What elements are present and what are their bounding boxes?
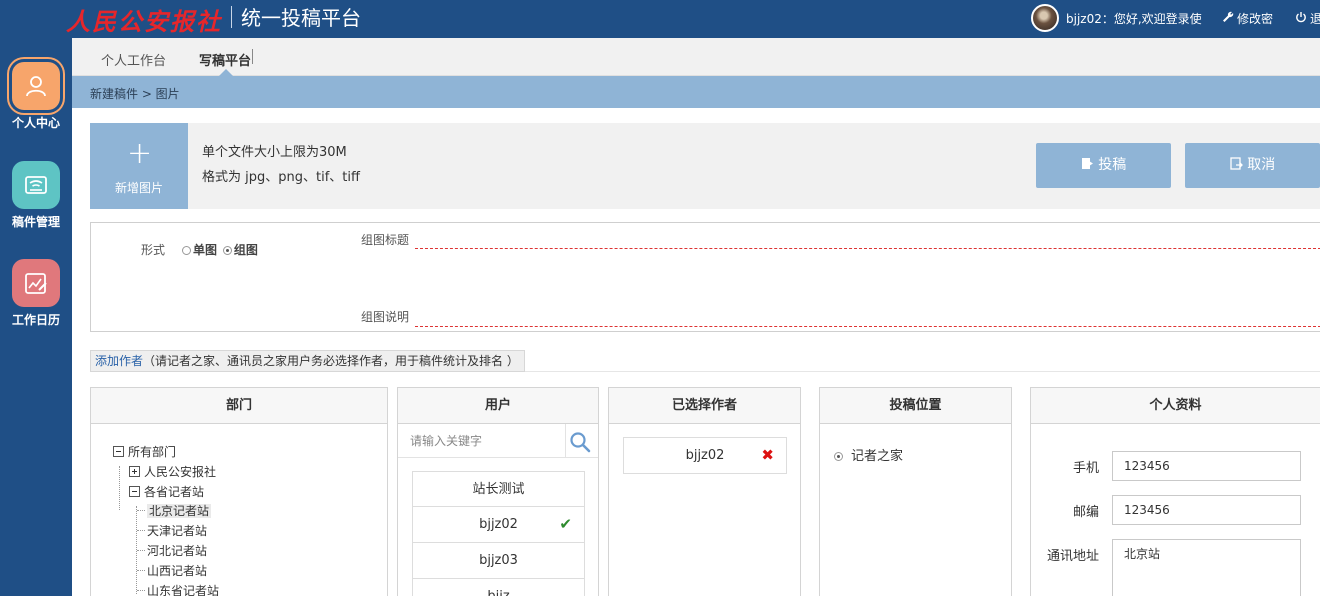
expand-icon[interactable] [129, 466, 140, 477]
format-options: 单图 组图 [182, 241, 260, 258]
tab-writing-platform[interactable]: 写稿平台 [199, 50, 251, 69]
change-password-label: 修改密 [1237, 12, 1274, 26]
user-search-input[interactable] [398, 424, 566, 457]
user-list-item[interactable]: bjjz03 [412, 543, 585, 579]
sidebar-item-work-calendar[interactable]: 工作日历 [0, 259, 72, 328]
tab-bar: 个人工作台 写稿平台 [72, 38, 1320, 76]
breadcrumb-bar: 新建稿件 > 图片 [72, 76, 1320, 108]
postcode-label: 邮编 [1072, 505, 1099, 520]
breadcrumb: 新建稿件 > 图片 [90, 87, 180, 101]
cancel-button[interactable]: 取消 [1185, 143, 1320, 188]
tree-node-all-departments[interactable]: 所有部门 [113, 444, 176, 460]
user-list: 站长测试 bjjz02✔ bjjz03 bjjz [412, 471, 585, 596]
user-search [398, 424, 598, 458]
department-panel-title: 部门 [91, 388, 387, 424]
platform-title: 统一投稿平台 [241, 6, 361, 30]
submit-label: 投稿 [1098, 157, 1127, 173]
add-author-hint: （请记者之家、通讯员之家用户务必选择作者，用于稿件统计及排名 ） [143, 354, 519, 368]
collapse-icon[interactable] [129, 486, 140, 497]
cancel-icon [1230, 157, 1247, 173]
submit-position-title: 投稿位置 [820, 388, 1011, 424]
left-sidebar: 个人中心 稿件管理 工作日历 [0, 38, 72, 596]
upload-section: + 新增图片 单个文件大小上限为30M 格式为 jpg、png、tif、tiff… [90, 123, 1320, 209]
position-option-reporter-home[interactable]: 记者之家 [834, 445, 903, 464]
submit-button[interactable]: 投稿 [1036, 143, 1171, 188]
plus-icon: + [127, 136, 153, 171]
tree-connector [119, 466, 120, 510]
user-list-item[interactable]: bjjz [412, 579, 585, 596]
address-label: 通讯地址 [1046, 549, 1099, 564]
calendar-edit-icon [12, 259, 60, 307]
group-title-input[interactable] [415, 248, 1320, 249]
sidebar-item-label: 个人中心 [11, 116, 60, 130]
remove-icon[interactable]: ✖ [761, 438, 774, 473]
tree-node-beijing-station[interactable]: 北京记者站 [137, 503, 212, 519]
submit-position-panel: 投稿位置 记者之家 [819, 387, 1012, 596]
tree-node-tianjin-station[interactable]: 天津记者站 [137, 523, 207, 539]
file-size-note: 单个文件大小上限为30M [202, 145, 347, 160]
department-panel: 部门 所有部门 人民公安报社 各省记者站 北京记者站 天津记者站 河北记者站 山… [90, 387, 388, 596]
add-author-link[interactable]: 添加作者 [95, 354, 143, 368]
power-icon [1295, 11, 1307, 26]
top-bar: 人民公安报社 统一投稿平台 bjjz02：您好,欢迎登录使 修改密 退 [0, 0, 1320, 38]
logout-label: 退 [1310, 12, 1320, 26]
user-list-item[interactable]: bjjz02 ✔ [412, 507, 585, 543]
users-panel: 用户 站长测试 bjjz02✔ bjjz03 bjjz [397, 387, 599, 596]
article-form: 形式 单图 组图 组图标题 组图说明 [90, 222, 1320, 332]
selected-author-chip: bjjz02 ✖ [623, 437, 787, 474]
radio-single-circle [182, 246, 191, 255]
tree-node-provincial-stations[interactable]: 各省记者站 [129, 484, 204, 500]
welcome-text: bjjz02：您好,欢迎登录使 [1066, 12, 1202, 26]
change-password-link[interactable]: 修改密 [1222, 10, 1273, 27]
address-field[interactable]: 北京站 [1112, 539, 1301, 596]
logo-divider [231, 6, 232, 28]
add-image-button[interactable]: + 新增图片 [90, 123, 188, 209]
user-icon [12, 62, 60, 110]
postcode-field[interactable]: 123456 [1112, 495, 1301, 525]
radio-reporter-home[interactable] [834, 452, 843, 461]
divider [525, 371, 1320, 372]
checkmark-icon: ✔ [559, 515, 572, 533]
users-panel-title: 用户 [398, 388, 598, 424]
tree-node-shandong-station[interactable]: 山东省记者站 [137, 583, 219, 596]
avatar[interactable] [1031, 4, 1059, 32]
collapse-icon[interactable] [113, 446, 124, 457]
profile-panel-title: 个人资料 [1031, 388, 1320, 424]
wrench-icon [1222, 11, 1234, 26]
cancel-label: 取消 [1247, 157, 1276, 173]
tree-node-peoples-public-security-news[interactable]: 人民公安报社 [129, 464, 216, 480]
add-author-bar: 添加作者（请记者之家、通讯员之家用户务必选择作者，用于稿件统计及排名 ） [90, 350, 525, 372]
sidebar-item-label: 稿件管理 [11, 215, 60, 229]
group-title-label: 组图标题 [361, 233, 410, 247]
selected-authors-title: 已选择作者 [609, 388, 800, 424]
tree-node-hebei-station[interactable]: 河北记者站 [137, 543, 207, 559]
add-image-label: 新增图片 [114, 181, 163, 195]
radio-group-circle [222, 246, 232, 255]
sidebar-item-manuscripts[interactable]: 稿件管理 [0, 161, 72, 230]
search-icon[interactable] [569, 431, 591, 453]
logo: 人民公安报社 [66, 7, 222, 36]
phone-label: 手机 [1072, 461, 1099, 476]
user-list-item[interactable]: 站长测试 [412, 471, 585, 507]
format-label: 形式 [141, 243, 166, 257]
logout-link[interactable]: 退 [1295, 10, 1320, 27]
profile-panel: 个人资料 手机 123456 邮编 123456 通讯地址 北京站 [1030, 387, 1320, 596]
inbox-icon [12, 161, 60, 209]
sidebar-item-personal-center[interactable]: 个人中心 [0, 62, 72, 131]
tree-node-shanxi-station[interactable]: 山西记者站 [137, 563, 207, 579]
tab-divider [252, 49, 253, 64]
phone-field[interactable]: 123456 [1112, 451, 1301, 481]
group-desc-label: 组图说明 [361, 310, 410, 324]
tab-workbench[interactable]: 个人工作台 [101, 50, 166, 69]
sidebar-item-label: 工作日历 [11, 313, 60, 327]
group-desc-input[interactable] [415, 326, 1320, 327]
file-format-note: 格式为 jpg、png、tif、tiff [202, 170, 360, 185]
selected-authors-panel: 已选择作者 bjjz02 ✖ [608, 387, 801, 596]
radio-group[interactable]: 组图 [222, 243, 260, 257]
radio-single[interactable]: 单图 [182, 243, 219, 257]
submit-icon [1081, 157, 1098, 173]
